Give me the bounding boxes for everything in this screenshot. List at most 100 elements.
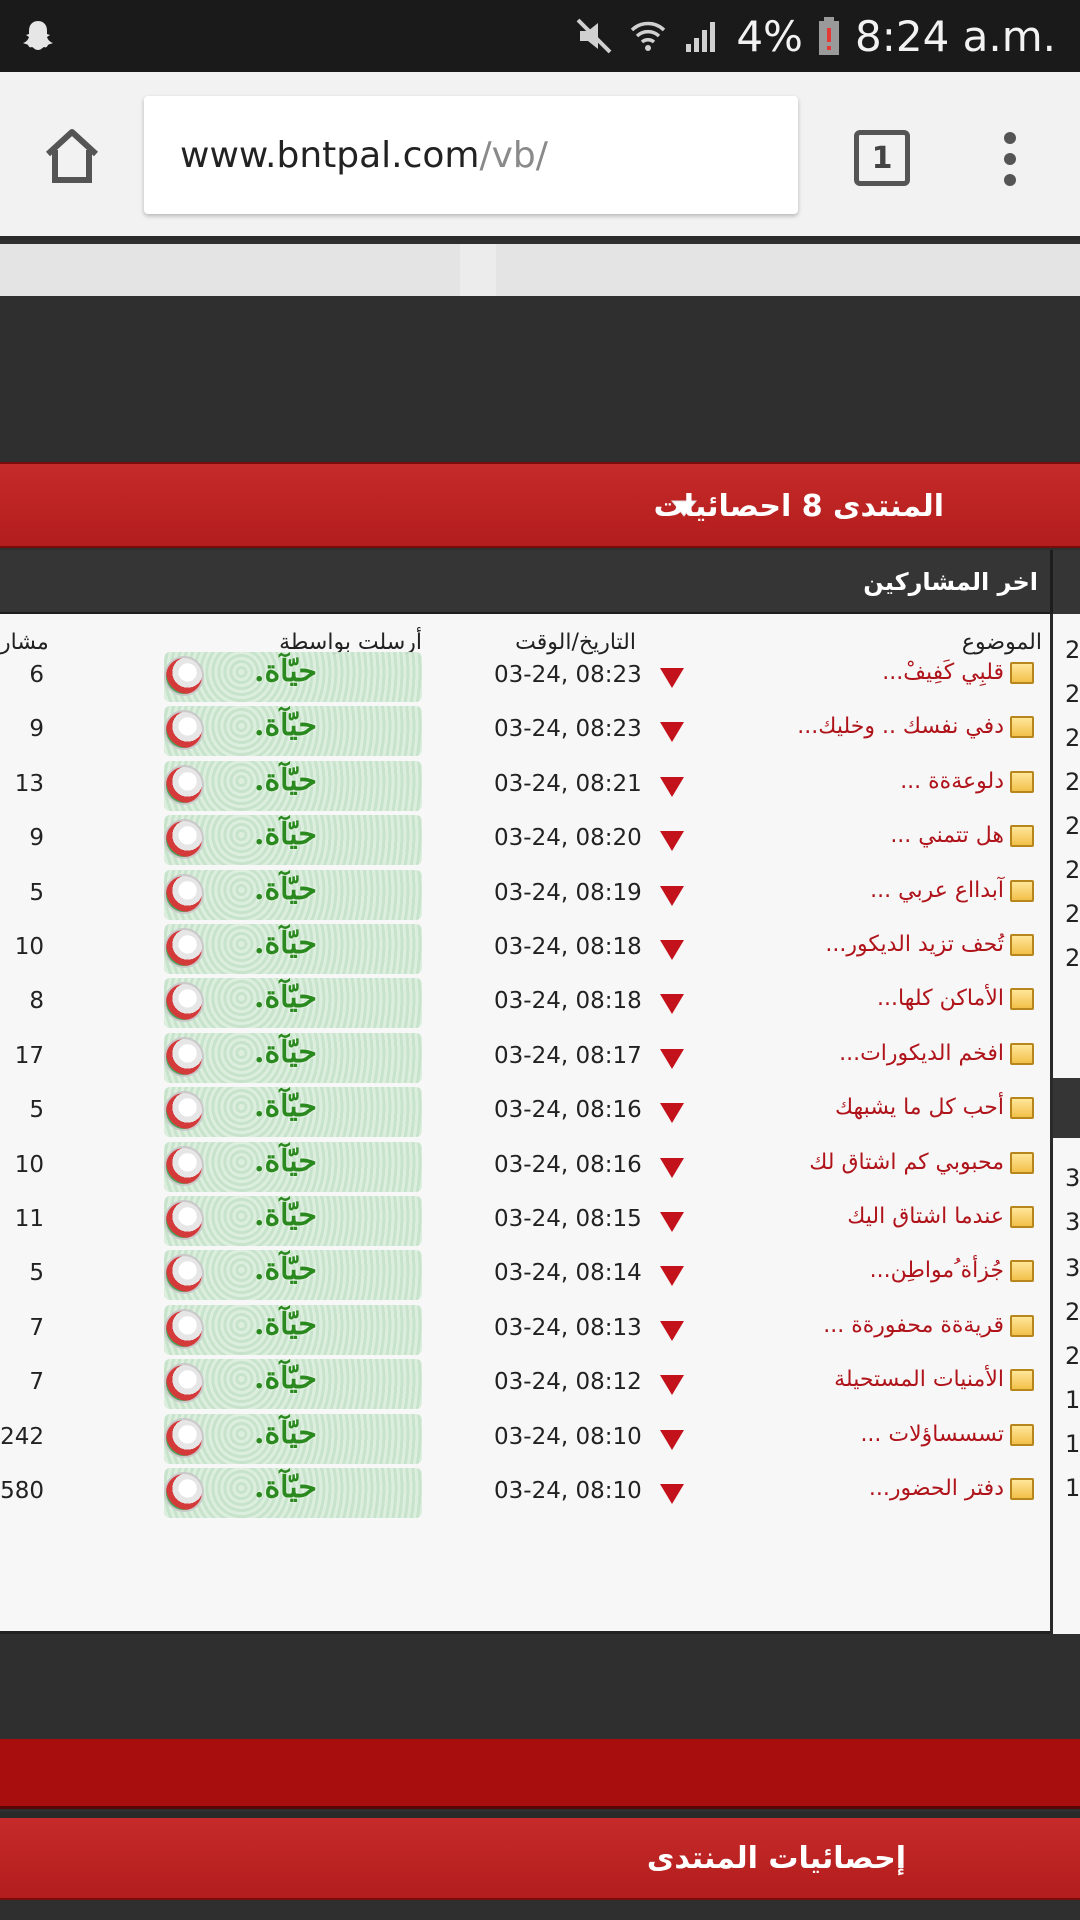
flag-icon (164, 1036, 204, 1077)
sender-link[interactable]: حيّآة. (254, 1307, 317, 1342)
topic-link[interactable]: افخم الديكورات... (839, 1041, 1004, 1066)
sender-link[interactable]: حيّآة. (254, 1470, 317, 1505)
goto-last-post-icon[interactable] (660, 722, 684, 743)
post-datetime: 03-24, 08:21 (494, 770, 642, 797)
goto-last-post-icon[interactable] (660, 668, 684, 688)
topic-link[interactable]: تُحف تزيد الديكور... (825, 932, 1004, 957)
topic-link[interactable]: الأماكن كلها... (877, 986, 1004, 1011)
table-row: تُحف تزيد الديكور... 03-24, 08:18 حيّآة. 10 (0, 922, 1050, 976)
topic-link[interactable]: قلبِي كَفِيفْ... (882, 660, 1004, 685)
post-count: 6 (29, 662, 44, 688)
goto-last-post-icon[interactable] (660, 1375, 684, 1396)
side-value: 1 (1065, 1474, 1080, 1502)
topic-link[interactable]: آبدااع عربي ... (870, 878, 1004, 903)
topic-link[interactable]: أحب كل ما يشبهك (835, 1095, 1004, 1120)
topic-link[interactable]: دفتر الحضور... (869, 1476, 1004, 1501)
goto-last-post-icon[interactable] (660, 885, 684, 906)
goto-last-post-icon[interactable] (660, 1320, 684, 1341)
topic-link[interactable]: دلوعةةة ... (900, 769, 1004, 794)
flag-icon (164, 1363, 204, 1404)
post-datetime: 03-24, 08:18 (494, 988, 642, 1015)
stats-header[interactable]: المنتدى 8 احصائيات (0, 462, 1080, 548)
section-title: اخر المشاركين (863, 568, 1038, 596)
sender-link[interactable]: حيّآة. (254, 1252, 317, 1287)
sender-link[interactable]: حيّآة. (254, 1416, 317, 1451)
goto-last-post-icon[interactable] (660, 1157, 684, 1178)
side-value: 3 (1065, 1164, 1080, 1192)
topic-folder-icon (1010, 879, 1034, 902)
sender-link[interactable]: حيّآة. (254, 763, 317, 798)
topic-link[interactable]: عندما اشتاق اليك (847, 1204, 1004, 1229)
page-top-strip (0, 244, 1080, 296)
side-value: 2 (1065, 1298, 1080, 1326)
forum-stats-header[interactable]: إحصائيات المنتدى (0, 1818, 1080, 1900)
topic-folder-icon (1010, 988, 1034, 1011)
sender-link[interactable]: حيّآة. (254, 926, 317, 961)
topic-link[interactable]: دفي نفسك .. وخليك... (797, 714, 1004, 739)
goto-last-post-icon[interactable] (660, 994, 684, 1015)
table-row: جُزأة ُمواطِن... 03-24, 08:14 حيّآة. 5 (0, 1248, 1050, 1302)
flag-icon (164, 1472, 204, 1512)
sender-link[interactable]: حيّآة. (254, 1361, 317, 1396)
flag-icon (164, 928, 204, 968)
side-value: 2 (1065, 812, 1080, 840)
sender-link[interactable]: حيّآة. (254, 1035, 317, 1070)
goto-last-post-icon[interactable] (660, 1266, 684, 1287)
goto-last-post-icon[interactable] (660, 831, 684, 852)
post-count: 8 (29, 988, 44, 1015)
tab-switcher-button[interactable]: 1 (854, 130, 910, 186)
page-dark-band (0, 296, 1080, 460)
goto-last-post-icon[interactable] (660, 1212, 684, 1232)
post-count: 11 (14, 1206, 44, 1232)
post-count: 10 (14, 1151, 44, 1178)
post-count: 9 (29, 716, 44, 743)
side-value: 1 (1065, 1386, 1080, 1414)
sender-link[interactable]: حيّآة. (254, 1144, 317, 1179)
sender-link[interactable]: حيّآة. (254, 1089, 317, 1124)
post-datetime: 03-24, 08:16 (494, 1151, 642, 1178)
flag-icon (164, 1200, 204, 1240)
post-count: 9 (29, 825, 44, 852)
sender-link[interactable]: حيّآة. (254, 654, 317, 689)
post-datetime: 03-24, 08:15 (494, 1206, 642, 1232)
topic-link[interactable]: جُزأة ُمواطِن... (870, 1258, 1004, 1283)
overflow-menu-icon[interactable] (990, 128, 1030, 192)
topic-link[interactable]: تسسساؤلات ... (860, 1422, 1004, 1447)
topic-link[interactable]: قريةةة محفورةة ... (823, 1313, 1004, 1338)
goto-last-post-icon[interactable] (660, 1429, 684, 1450)
table-row: الأمنيات المستحيلة 03-24, 08:12 حيّآة. 7 (0, 1357, 1050, 1411)
goto-last-post-icon[interactable] (660, 1484, 684, 1504)
sender-link[interactable]: حيّآة. (254, 980, 317, 1015)
sender-link[interactable]: حيّآة. (254, 1198, 317, 1233)
url-bar[interactable]: www.bntpal.com/vb/ (144, 96, 798, 214)
topic-link[interactable]: هل تتمني ... (890, 823, 1004, 848)
battery-percent: 4% (736, 11, 803, 61)
table-row: عندما اشتاق اليك 03-24, 08:15 حيّآة. 11 (0, 1194, 1050, 1248)
post-datetime: 03-24, 08:16 (494, 1097, 642, 1124)
post-datetime: 03-24, 08:20 (494, 825, 642, 852)
table-row: قريةةة محفورةة ... 03-24, 08:13 حيّآة. 7 (0, 1303, 1050, 1357)
sender-link[interactable]: حيّآة. (254, 817, 317, 852)
topic-folder-icon (1010, 1478, 1034, 1500)
home-icon[interactable] (40, 124, 104, 188)
topic-link[interactable]: الأمنيات المستحيلة (834, 1367, 1004, 1392)
post-count: 5 (29, 1097, 44, 1124)
flag-icon (164, 873, 204, 914)
side-value: 2 (1065, 768, 1080, 796)
bottom-dark (0, 1900, 1080, 1920)
side-value: 2 (1065, 680, 1080, 708)
goto-last-post-icon[interactable] (660, 776, 684, 797)
sender-link[interactable]: حيّآة. (254, 708, 317, 743)
goto-last-post-icon[interactable] (660, 1048, 684, 1069)
goto-last-post-icon[interactable] (660, 940, 684, 960)
goto-last-post-icon[interactable] (660, 1103, 684, 1124)
clock: 8:24 a.m. (854, 11, 1056, 61)
sender-link[interactable]: حيّآة. (254, 872, 317, 907)
side-value: 3 (1065, 1208, 1080, 1236)
snapchat-icon (23, 21, 53, 50)
side-value: 2 (1065, 900, 1080, 928)
post-datetime: 03-24, 08:18 (494, 934, 642, 960)
topic-link[interactable]: محبوبي كم اشتاق لك (809, 1150, 1004, 1175)
flag-icon (164, 1145, 204, 1186)
table-row: دفي نفسك .. وخليك... 03-24, 08:23 حيّآة. 9 (0, 704, 1050, 758)
